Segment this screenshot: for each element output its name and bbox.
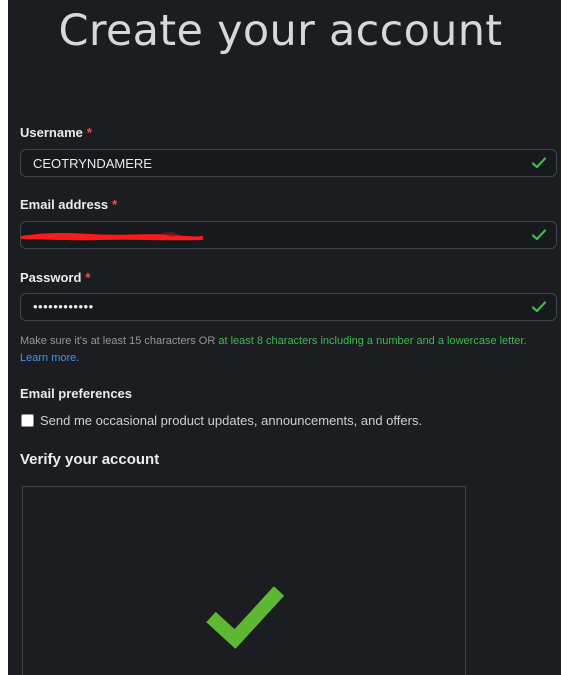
- password-field[interactable]: ••••••••••••: [20, 293, 557, 321]
- password-hint: Make sure it's at least 15 characters OR…: [20, 333, 561, 367]
- product-updates-label: Send me occasional product updates, anno…: [40, 413, 423, 428]
- username-field[interactable]: CEOTRYNDAMERE: [20, 149, 557, 177]
- signup-page: Create your account Username * CEOTRYNDAM…: [8, 0, 561, 675]
- required-marker: *: [112, 197, 118, 212]
- email-label-text: Email address: [20, 197, 109, 212]
- password-label-text: Password: [20, 270, 82, 285]
- large-checkmark-icon: [206, 586, 285, 649]
- hint-text-satisfied: at least 8 characters including a number…: [218, 335, 527, 347]
- password-value: ••••••••••••: [33, 299, 94, 314]
- captcha-panel: [22, 486, 466, 675]
- required-marker: *: [85, 270, 91, 285]
- password-label: Password *: [20, 270, 90, 285]
- learn-more-link[interactable]: Learn more: [20, 352, 76, 364]
- email-label: Email address *: [20, 197, 117, 212]
- email-field[interactable]: [20, 221, 557, 249]
- checkmark-icon: [532, 157, 546, 169]
- product-updates-option[interactable]: Send me occasional product updates, anno…: [21, 413, 422, 428]
- redaction-scribble: [21, 232, 203, 241]
- verify-heading: Verify your account: [20, 451, 160, 468]
- hint-period: .: [76, 352, 80, 364]
- username-label: Username *: [20, 125, 92, 140]
- checkmark-icon: [532, 229, 546, 241]
- checkmark-icon: [532, 301, 546, 313]
- username-label-text: Username: [20, 125, 83, 140]
- product-updates-checkbox[interactable]: [21, 414, 34, 427]
- hint-text: Make sure it's at least 15 characters OR: [20, 335, 219, 347]
- email-preferences-heading: Email preferences: [20, 386, 133, 401]
- required-marker: *: [86, 125, 92, 140]
- page-title: Create your account: [58, 6, 503, 56]
- username-value: CEOTRYNDAMERE: [33, 156, 152, 171]
